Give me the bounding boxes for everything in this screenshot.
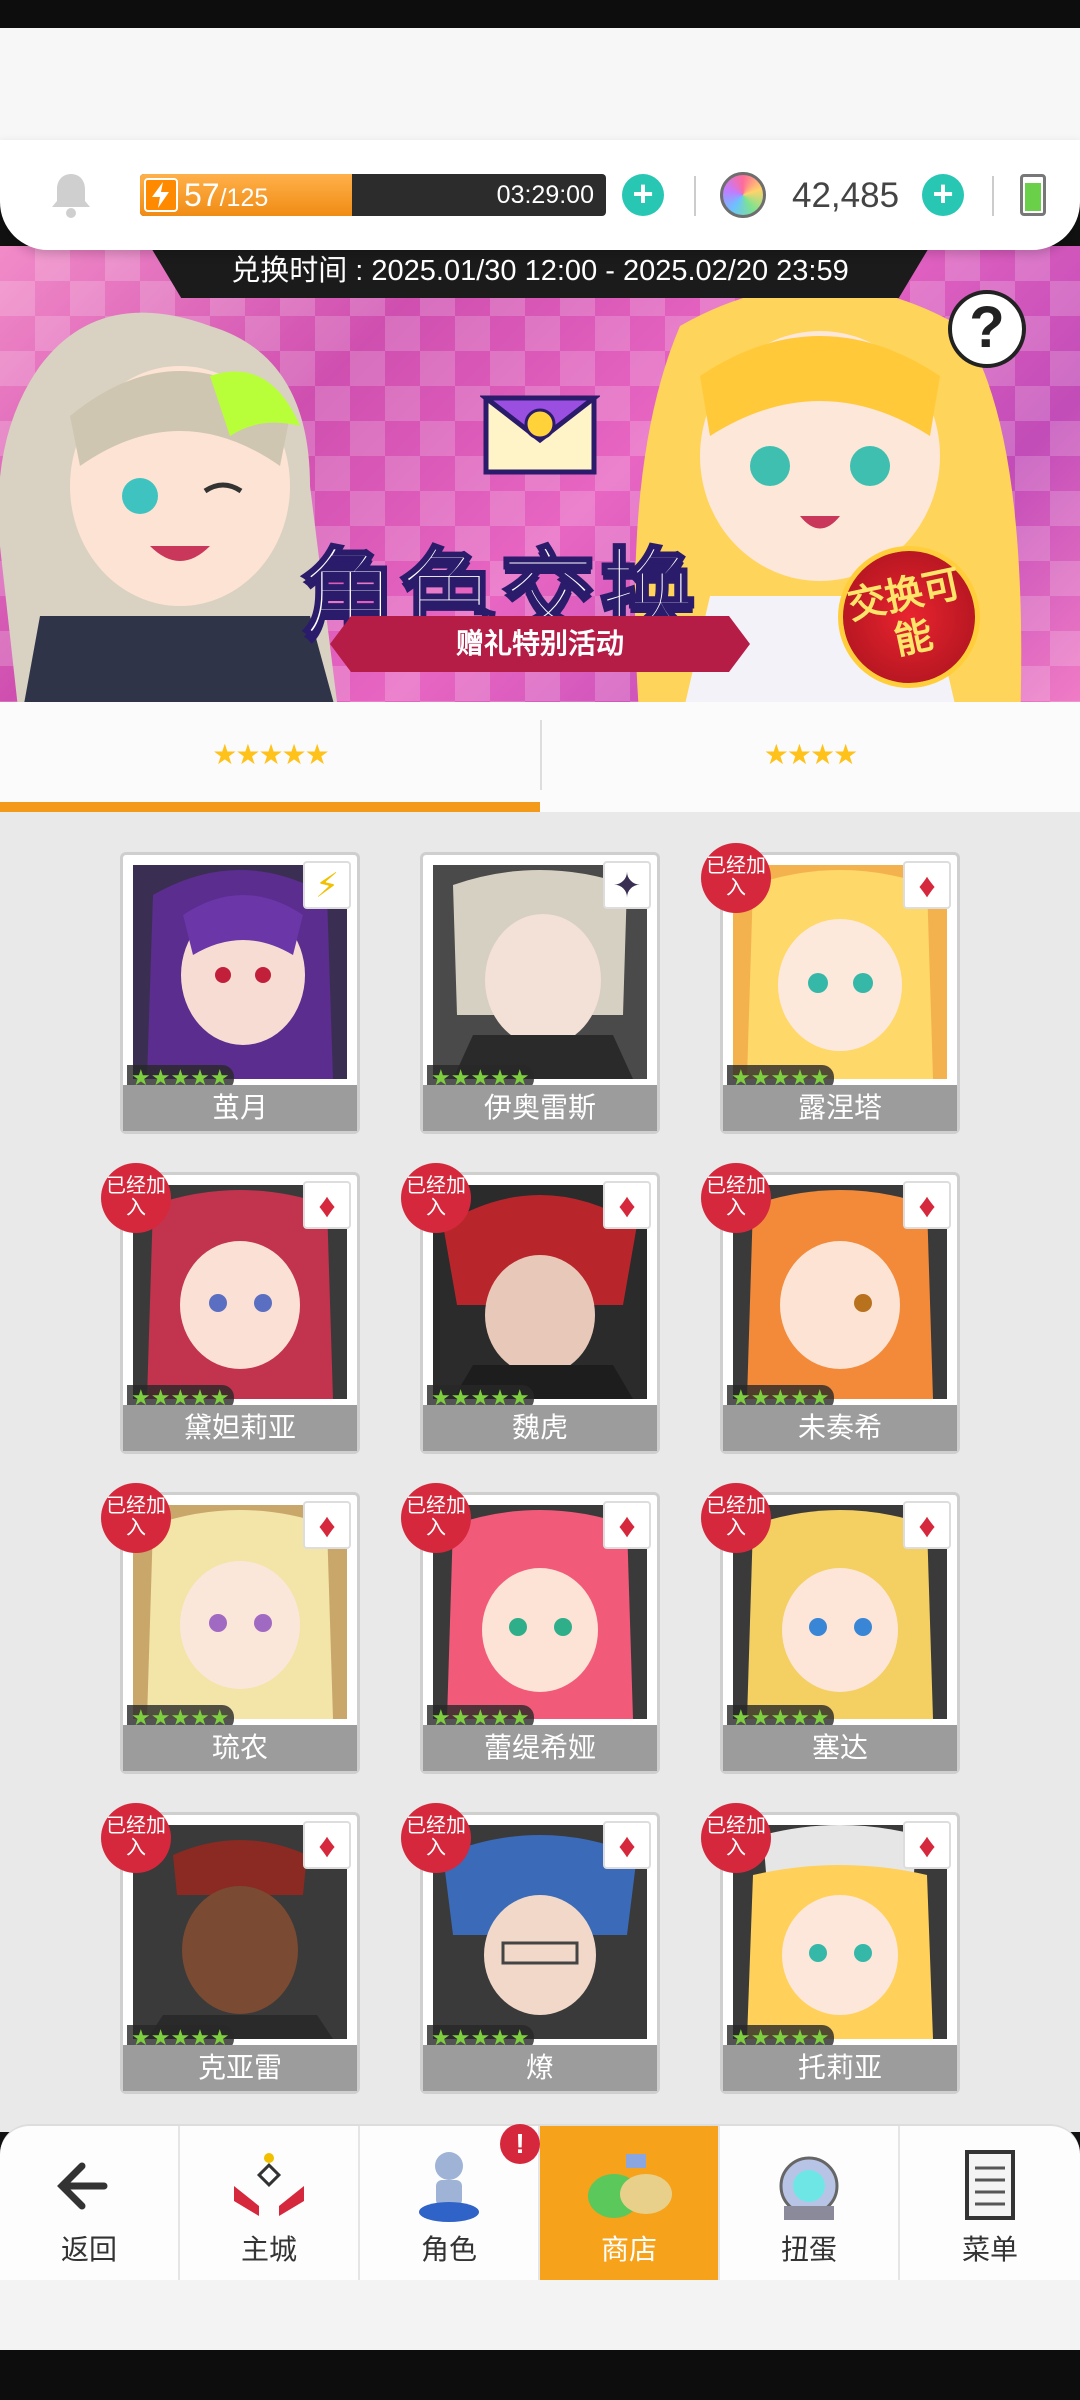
notification-bell-icon[interactable] [48, 170, 94, 220]
element-diamond-icon: ♦ [303, 1501, 351, 1549]
nav-label: 返回 [60, 2234, 117, 2265]
active-tab-indicator [0, 802, 540, 812]
element-diamond-icon: ♦ [903, 861, 951, 909]
joined-badge: 已经加入 [701, 1163, 771, 1233]
nav-label: 扭蛋 [780, 2234, 837, 2265]
gacha-icon [779, 2156, 839, 2220]
nav-label: 菜单 [961, 2234, 1018, 2265]
element-lightning-icon: ⚡ [303, 861, 351, 909]
joined-badge: 已经加入 [101, 1163, 171, 1233]
character-name: 琉农 [123, 1725, 357, 1771]
joined-badge: 已经加入 [401, 1483, 471, 1553]
footer-strip [0, 2280, 1080, 2350]
character-name: 黛妲莉亚 [123, 1405, 357, 1451]
bottom-navigation: 返回 主城 角色 ! 商店 扭蛋 菜单 [0, 2124, 1080, 2282]
tab-label: ★★★★ [763, 739, 858, 770]
system-status-bar [0, 0, 1080, 28]
character-card[interactable]: 已经加入 ♦ ★★★★★ 露涅塔 [701, 843, 960, 1134]
nav-menu[interactable]: 菜单 [900, 2126, 1080, 2282]
character-name: 魏虎 [423, 1405, 657, 1451]
nav-gacha[interactable]: 扭蛋 [720, 2126, 900, 2282]
element-diamond-icon: ♦ [303, 1821, 351, 1869]
character-name: 塞达 [723, 1725, 957, 1771]
character-name: 克亚雷 [123, 2045, 357, 2091]
event-banner: 兑换时间 : 2025.01/30 12:00 - 2025.02/20 23:… [0, 246, 1080, 702]
lightning-icon [144, 178, 178, 212]
character-card[interactable]: 已经加入 ♦ ★★★★★ 托莉亚 [701, 1803, 960, 2094]
system-navigation-bar [0, 2350, 1080, 2400]
character-card[interactable]: 已经加入 ♦ ★★★★★ 黛妲莉亚 [101, 1163, 360, 1454]
element-diamond-icon: ♦ [903, 1821, 951, 1869]
element-diamond-icon: ♦ [603, 1821, 651, 1869]
nav-shop[interactable]: 商店 [540, 2126, 720, 2282]
character-card[interactable]: 已经加入 ♦ ★★★★★ 蕾缇希娅 [401, 1483, 660, 1774]
nav-label: 商店 [600, 2234, 657, 2265]
exchange-time-label: 兑换时间 : 2025.01/30 12:00 - 2025.02/20 23:… [150, 246, 930, 298]
gem-count: 42,485 [792, 176, 900, 215]
character-card[interactable]: 已经加入 ♦ ★★★★★ 克亚雷 [101, 1803, 360, 2094]
status-area [0, 28, 1080, 148]
banner-subtitle: 赠礼特别活动 [330, 616, 750, 672]
joined-badge: 已经加入 [401, 1163, 471, 1233]
nav-character[interactable]: 角色 ! [360, 2124, 540, 2282]
joined-badge: 已经加入 [101, 1803, 171, 1873]
alert-badge: ! [500, 2124, 540, 2164]
character-grid: ⚡ ★★★★★ 茧月 ✦ ★★★★★ 伊奥雷斯 已经加入 ♦ ★★★★★ 露涅塔… [0, 812, 1080, 2132]
castle-icon [234, 2153, 304, 2216]
add-stamina-button[interactable]: + [622, 174, 664, 216]
nav-back[interactable]: 返回 [0, 2126, 180, 2282]
tab-5-star[interactable]: ★★★★★ [0, 702, 540, 812]
element-diamond-icon: ♦ [603, 1181, 651, 1229]
element-dark-icon: ✦ [603, 861, 651, 909]
element-diamond-icon: ♦ [903, 1181, 951, 1229]
tab-4-star[interactable]: ★★★★ [540, 702, 1080, 812]
character-icon [419, 2152, 479, 2222]
joined-badge: 已经加入 [701, 843, 771, 913]
add-gems-button[interactable]: + [922, 174, 964, 216]
nav-label: 主城 [240, 2234, 297, 2265]
gift-envelope-icon [480, 395, 600, 475]
element-diamond-icon: ♦ [603, 1501, 651, 1549]
stamina-bar: 57/125 03:29:00 [140, 174, 606, 216]
character-name: 未奏希 [723, 1405, 957, 1451]
back-arrow-icon [57, 2162, 108, 2210]
rarity-tabs: ★★★★★ ★★★★ [0, 702, 1080, 812]
character-card[interactable]: 已经加入 ♦ ★★★★★ 塞达 [701, 1483, 960, 1774]
shop-icon [588, 2154, 672, 2218]
character-name: 托莉亚 [723, 2045, 957, 2091]
character-card[interactable]: 已经加入 ♦ ★★★★★ 琉农 [101, 1483, 360, 1774]
gem-icon [720, 172, 766, 218]
tab-label: ★★★★★ [212, 739, 330, 770]
divider [992, 176, 994, 216]
character-card[interactable]: ✦ ★★★★★ 伊奥雷斯 [420, 852, 660, 1134]
help-button[interactable]: ? [948, 290, 1026, 368]
character-name: 燎 [423, 2045, 657, 2091]
joined-badge: 已经加入 [701, 1483, 771, 1553]
character-name: 茧月 [123, 1085, 357, 1131]
resource-hud: 57/125 03:29:00 + 42,485 + [0, 140, 1080, 250]
joined-badge: 已经加入 [101, 1483, 171, 1553]
joined-badge: 已经加入 [701, 1803, 771, 1873]
character-card[interactable]: 已经加入 ♦ ★★★★★ 燎 [401, 1803, 660, 2094]
menu-list-icon [965, 2150, 1015, 2220]
divider [694, 176, 696, 216]
element-diamond-icon: ♦ [303, 1181, 351, 1229]
element-diamond-icon: ♦ [903, 1501, 951, 1549]
battery-icon [1020, 174, 1046, 216]
nav-main-city[interactable]: 主城 [180, 2126, 360, 2282]
stamina-max: /125 [219, 184, 269, 212]
stamina-current: 57/125 [184, 177, 269, 213]
character-card[interactable]: 已经加入 ♦ ★★★★★ 魏虎 [401, 1163, 660, 1454]
character-name: 伊奥雷斯 [423, 1085, 657, 1131]
character-card[interactable]: 已经加入 ♦ ★★★★★ 未奏希 [701, 1163, 960, 1454]
stamina-timer: 03:29:00 [496, 181, 594, 209]
character-card[interactable]: ⚡ ★★★★★ 茧月 [120, 852, 360, 1134]
character-name: 蕾缇希娅 [423, 1725, 657, 1771]
character-name: 露涅塔 [723, 1085, 957, 1131]
nav-label: 角色 [420, 2234, 477, 2265]
joined-badge: 已经加入 [401, 1803, 471, 1873]
